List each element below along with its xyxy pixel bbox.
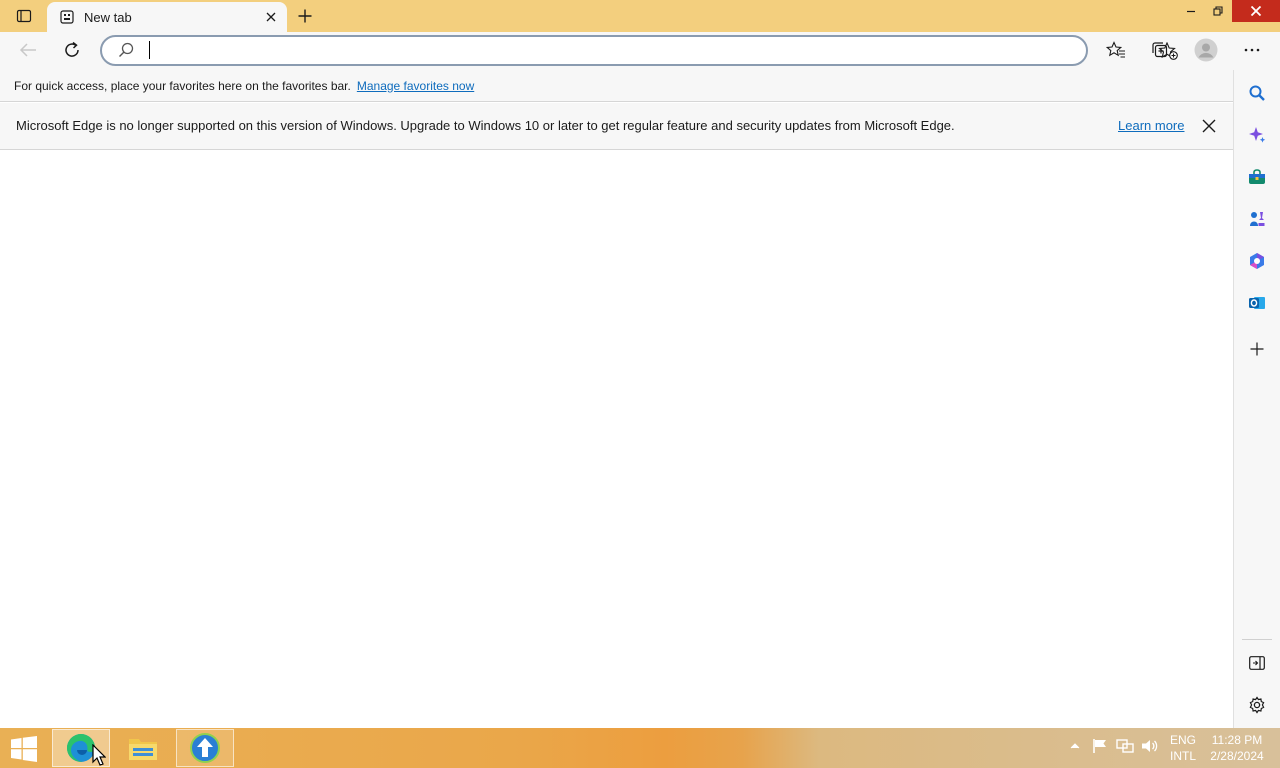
- keyboard-layout: INTL: [1169, 749, 1196, 763]
- start-button[interactable]: [6, 734, 42, 764]
- address-bar[interactable]: [100, 35, 1178, 66]
- tab-actions-button[interactable]: [6, 4, 42, 28]
- minimize-icon: [1187, 10, 1195, 13]
- manage-favorites-link[interactable]: Manage favorites now: [357, 79, 474, 93]
- text-caret: [149, 41, 150, 59]
- office-icon: [1250, 253, 1264, 269]
- favorites-bar-hint: For quick access, place your favorites h…: [14, 78, 351, 93]
- tab-new-tab[interactable]: New tab: [47, 2, 287, 32]
- network-button[interactable]: [1116, 738, 1134, 754]
- tab-close-button[interactable]: [259, 5, 283, 29]
- show-hidden-icons-button[interactable]: [1070, 742, 1080, 750]
- chevron-up-icon: [1070, 743, 1080, 749]
- sidebar-search-button[interactable]: [1244, 80, 1270, 106]
- back-arrow-icon: [19, 43, 36, 57]
- clock-date: 2/28/2024: [1210, 749, 1264, 763]
- more-icon: [1244, 48, 1260, 52]
- infobar-close-button[interactable]: [1198, 115, 1220, 137]
- action-center-button[interactable]: [1092, 738, 1108, 754]
- refresh-button[interactable]: [58, 36, 86, 64]
- learn-more-link[interactable]: Learn more: [1118, 118, 1184, 133]
- new-tab-button[interactable]: [292, 4, 318, 28]
- sidebar-outlook-button[interactable]: [1244, 290, 1270, 316]
- favorites-bar: For quick access, place your favorites h…: [0, 70, 1234, 102]
- input-language-indicator[interactable]: ENG INTL: [1166, 732, 1200, 764]
- refresh-icon: [65, 41, 79, 57]
- volume-button[interactable]: [1141, 738, 1159, 754]
- sidebar-copilot-button[interactable]: [1244, 122, 1270, 148]
- clock-time: 11:28 PM: [1211, 733, 1263, 747]
- hide-sidebar-icon: [1249, 656, 1265, 670]
- outlook-icon: [1249, 297, 1265, 309]
- sidebar-divider: [1242, 639, 1272, 640]
- sidebar-office-button[interactable]: [1244, 248, 1270, 274]
- mouse-pointer-icon: [92, 744, 106, 766]
- close-icon: [266, 12, 276, 22]
- shopping-icon: [1249, 169, 1265, 184]
- window-close-button[interactable]: [1232, 0, 1280, 22]
- settings-icon: [1249, 696, 1265, 714]
- collections-button[interactable]: [1146, 36, 1174, 64]
- favorites-icon: [1106, 41, 1125, 58]
- page-content: [0, 150, 1233, 728]
- address-input[interactable]: [146, 41, 1046, 61]
- taskbar-app[interactable]: [176, 729, 234, 767]
- network-icon: [1116, 739, 1134, 753]
- sidebar-games-button[interactable]: [1244, 206, 1270, 232]
- copilot-icon: [1249, 127, 1266, 143]
- taskbar-clock[interactable]: 11:28 PM 2/28/2024: [1206, 732, 1268, 764]
- close-icon: [1250, 6, 1262, 16]
- app-icon: [190, 733, 220, 763]
- sidebar-add-button[interactable]: [1244, 336, 1270, 362]
- sidebar-shopping-button[interactable]: [1244, 164, 1270, 190]
- plus-icon: [298, 9, 312, 23]
- browser-toolbar: [0, 32, 1280, 70]
- add-icon: [1250, 342, 1264, 356]
- restore-icon: [1213, 6, 1223, 16]
- unsupported-os-infobar: Microsoft Edge is no longer supported on…: [0, 103, 1234, 150]
- avatar-icon: [1194, 38, 1218, 62]
- taskbar: ENG INTL 11:28 PM 2/28/2024: [0, 728, 1280, 768]
- language-code: ENG: [1169, 733, 1196, 747]
- title-bar: New tab: [0, 0, 1280, 32]
- screen: New tab For quick access, place your fav…: [0, 0, 1280, 768]
- close-icon: [1202, 119, 1216, 133]
- profile-button[interactable]: [1192, 36, 1220, 64]
- back-button[interactable]: [14, 36, 42, 64]
- search-icon: [1249, 85, 1265, 101]
- file-explorer-icon: [129, 739, 157, 760]
- windows-logo-icon: [11, 736, 37, 762]
- collections-icon: [1152, 42, 1168, 58]
- minimize-button[interactable]: [1176, 0, 1206, 22]
- favorites-button[interactable]: [1102, 36, 1130, 64]
- settings-and-more-button[interactable]: [1238, 36, 1266, 64]
- search-icon: [118, 42, 134, 63]
- restore-button[interactable]: [1204, 0, 1232, 22]
- infobar-message: Microsoft Edge is no longer supported on…: [16, 118, 955, 133]
- edge-sidebar: [1233, 70, 1280, 728]
- flag-icon: [1093, 739, 1106, 753]
- speaker-icon: [1142, 740, 1158, 752]
- hide-sidebar-button[interactable]: [1244, 650, 1270, 676]
- sidebar-settings-button[interactable]: [1244, 692, 1270, 718]
- tab-title: New tab: [84, 9, 132, 25]
- tab-actions-icon: [16, 9, 32, 23]
- new-tab-page-icon: [59, 9, 75, 25]
- games-icon: [1250, 212, 1265, 226]
- taskbar-file-explorer[interactable]: [114, 729, 172, 767]
